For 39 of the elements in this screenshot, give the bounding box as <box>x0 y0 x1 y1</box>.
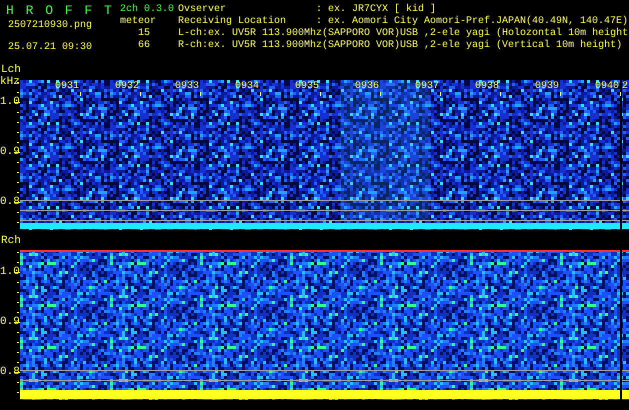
version-label: 2ch 0.3.0 <box>120 4 176 16</box>
count-value: 15 <box>138 28 150 40</box>
axis-label: 0.9 <box>0 147 20 158</box>
tick-mark <box>260 92 261 96</box>
field-value: : ex. Aomori City Aomori-Pref.JAPAN(40.49N, 140.47E) <box>316 16 628 28</box>
time-label: 2 <box>622 81 628 92</box>
tick-mark <box>200 92 201 96</box>
channel-info: R-ch:ex. UV5R 113.900Mhz(SAPPORO VOR)USB ,2-ele yagi (Vertical 10m height) <box>178 40 624 52</box>
tick-mark <box>380 92 381 96</box>
field-value: : ex. JR7CYX [ kid ] <box>316 4 436 16</box>
time-label: 0936 <box>355 81 380 92</box>
time-label: 0935 <box>295 81 320 92</box>
file-name: 2507210930.png <box>7 20 94 32</box>
tick-mark <box>560 92 561 96</box>
app-title: H R O F F T <box>5 4 113 18</box>
field-label: Receiving Location <box>178 16 288 28</box>
tick-mark <box>500 92 501 96</box>
channel-label: Lch <box>1 65 21 76</box>
time-label: 0933 <box>175 81 200 92</box>
unit-label: kHz <box>0 77 20 88</box>
mode-label: meteor <box>120 16 158 28</box>
tick-mark <box>140 92 141 96</box>
time-label: 0938 <box>475 81 500 92</box>
time-label: 0939 <box>535 81 560 92</box>
time-label: 0937 <box>415 81 440 92</box>
count-value: 66 <box>138 40 150 52</box>
time-label: 0931 <box>55 81 80 92</box>
time-label: 0940 <box>595 81 620 92</box>
time-label: 0932 <box>115 81 140 92</box>
date-time: 25.07.21 09:30 <box>7 42 94 54</box>
tick-mark <box>320 92 321 96</box>
time-label: 0934 <box>235 81 260 92</box>
field-label: Ovserver <box>178 4 228 16</box>
tick-mark <box>620 92 621 96</box>
channel-info: L-ch:ex. UV5R 113.900Mhz(SAPPORO VOR)USB ,2-ele yagi (Holozontal 10m height <box>178 28 628 40</box>
tick-mark <box>80 92 81 96</box>
tick-mark <box>440 92 441 96</box>
channel-label: Rch <box>1 236 21 247</box>
axis-label: 0.9 <box>0 317 20 328</box>
